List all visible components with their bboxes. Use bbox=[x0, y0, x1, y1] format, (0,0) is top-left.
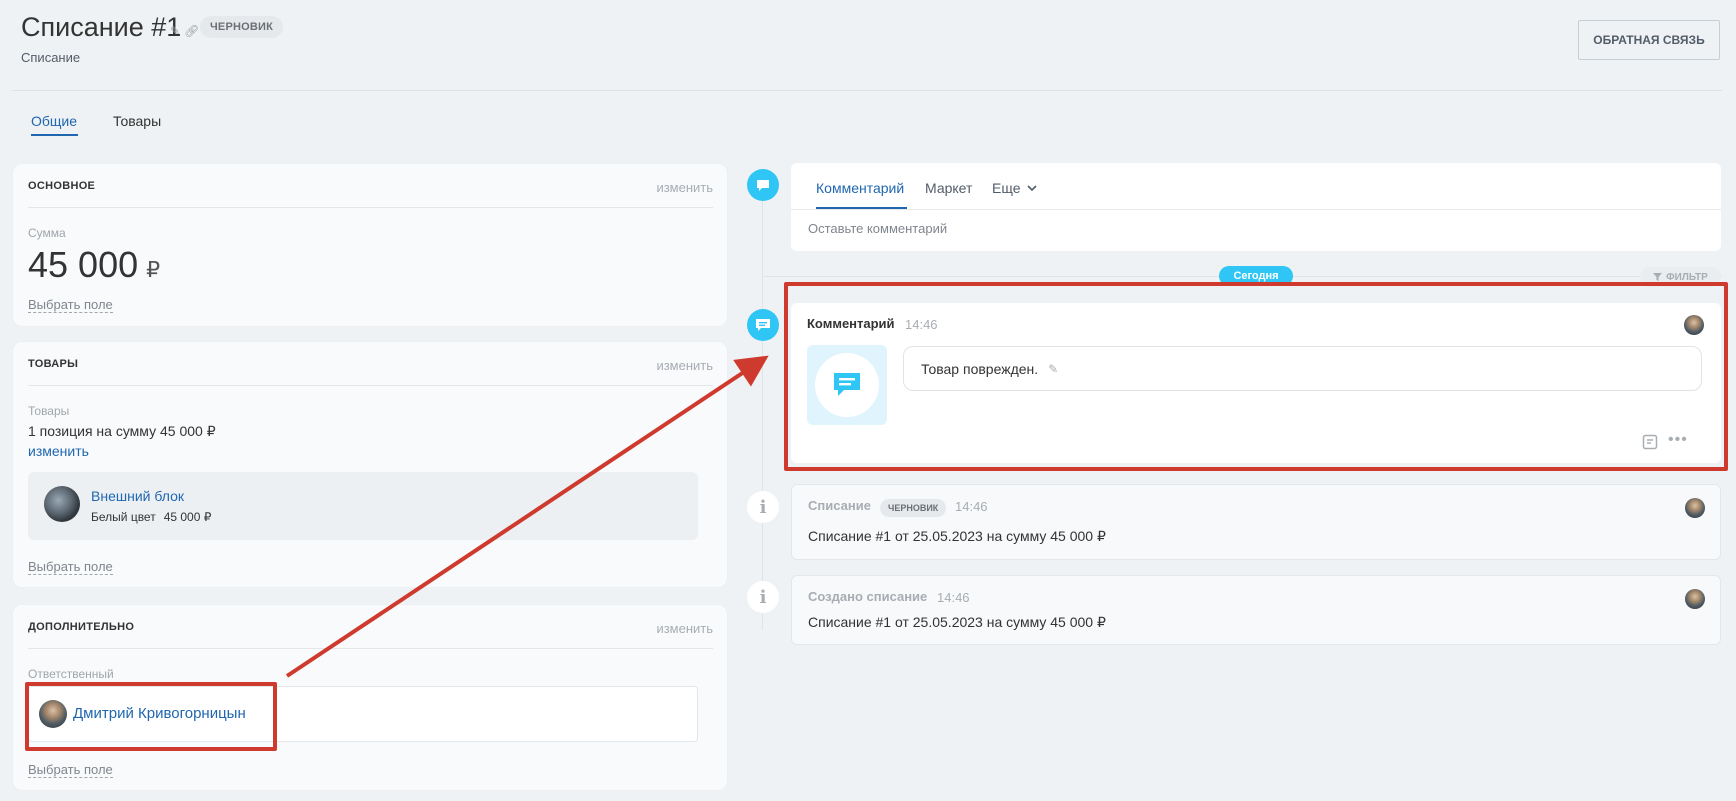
annotation-arrow bbox=[285, 355, 769, 678]
